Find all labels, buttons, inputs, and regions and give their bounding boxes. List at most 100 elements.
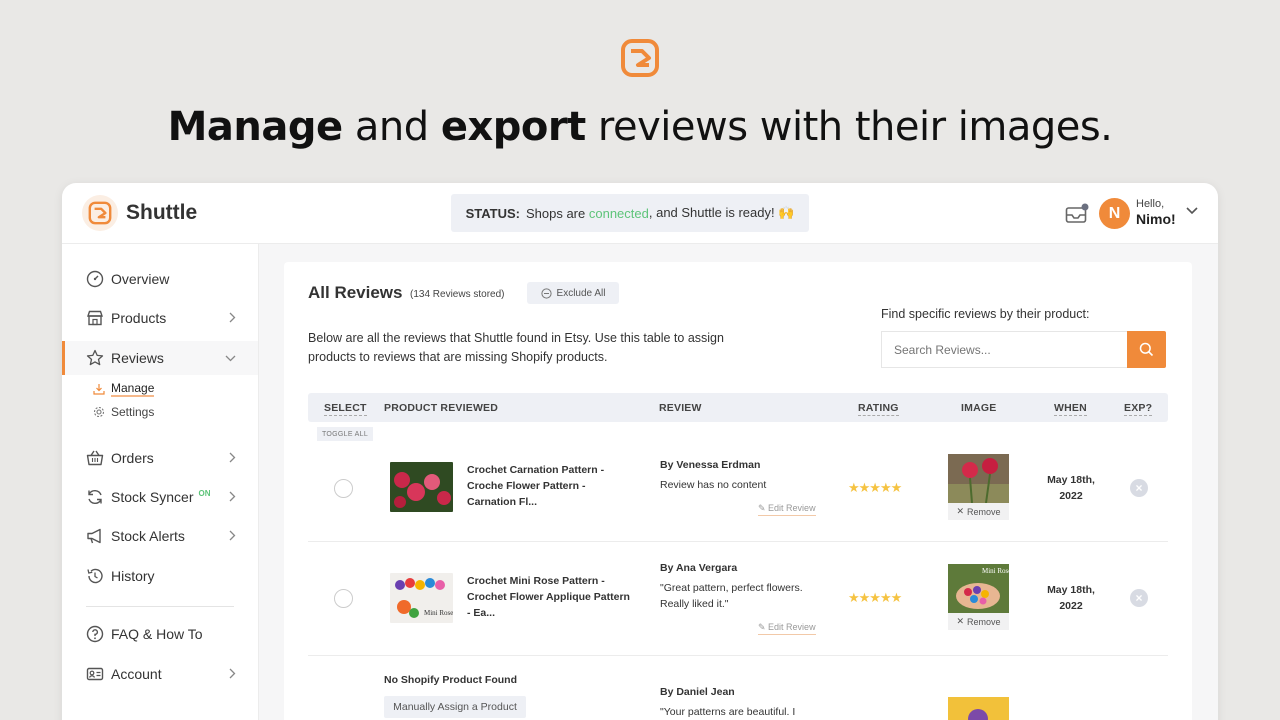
shuttle-logo-icon (621, 39, 659, 77)
sidebar-item-account[interactable]: Account (86, 662, 236, 686)
column-header-exp: EXP? (1124, 402, 1153, 416)
remove-label: Remove (967, 616, 1001, 627)
sidebar-subitem-label: Settings (111, 405, 155, 419)
sidebar-subitem-manage[interactable]: Manage (93, 381, 155, 397)
nav-active-indicator (62, 341, 65, 375)
main-content: All Reviews (134 Reviews stored) Exclude… (259, 244, 1218, 720)
sidebar-item-label: Account (111, 666, 162, 682)
rating-stars: ★★★★★ (848, 590, 902, 605)
headline-text: and (342, 104, 441, 150)
chevron-right-icon (229, 668, 236, 679)
column-header-review: REVIEW (659, 402, 702, 414)
search-input[interactable] (881, 331, 1127, 368)
review-date: May 18th, 2022 (1047, 584, 1095, 612)
sidebar-item-history[interactable]: History (86, 564, 236, 588)
sidebar-item-orders[interactable]: Orders (86, 446, 236, 470)
status-label: STATUS: (465, 205, 520, 221)
status-badge: ON (198, 488, 211, 498)
chevron-right-icon (229, 312, 236, 323)
review-author: By Daniel Jean (660, 686, 735, 698)
sidebar-item-label: Orders (111, 450, 154, 466)
chevron-right-icon (229, 452, 236, 463)
sidebar-item-label: Products (111, 310, 167, 326)
sidebar-item-label: Stock Syncer (111, 489, 194, 505)
question-icon (86, 625, 104, 643)
rating-stars: ★★★★★ (848, 480, 902, 495)
remove-image-button[interactable]: ✕ Remove (948, 613, 1009, 630)
download-icon (93, 384, 105, 395)
sidebar-divider (86, 606, 234, 607)
remove-image-button[interactable]: ✕ Remove (948, 503, 1009, 520)
gear-icon (93, 406, 105, 418)
hello-text: Hello, (1136, 198, 1165, 210)
chevron-down-icon[interactable] (1186, 207, 1198, 215)
sidebar-item-stock-syncer[interactable]: Stock Syncer ON (86, 485, 236, 509)
svg-text:Mini Rose: Mini Rose (424, 609, 453, 617)
reviews-count: (134 Reviews stored) (410, 289, 505, 300)
column-header-select: SELECT (324, 402, 367, 416)
select-radio[interactable] (334, 479, 353, 498)
history-icon (87, 568, 103, 584)
basket-icon (86, 450, 104, 466)
user-greeting[interactable]: Hello, Nimo! (1136, 198, 1176, 226)
column-header-rating[interactable]: RATING (858, 402, 899, 416)
product-thumbnail (390, 462, 453, 512)
exclude-all-label: Exclude All (556, 287, 606, 299)
product-name[interactable]: Crochet Mini Rose Pattern - Crochet Flow… (467, 573, 632, 621)
reviews-card: All Reviews (134 Reviews stored) Exclude… (284, 262, 1192, 720)
sidebar-item-label: Reviews (111, 350, 164, 366)
brand[interactable]: Shuttle (82, 195, 197, 231)
avatar[interactable]: N (1099, 198, 1130, 229)
edit-review-button[interactable]: ✎ Edit Review (758, 503, 816, 516)
sidebar-item-label: FAQ & How To (111, 626, 203, 642)
sidebar: Overview Products Reviews Manage Setting… (62, 244, 259, 720)
headline-bold-manage: Manage (167, 104, 344, 150)
review-image (948, 454, 1009, 503)
exclude-toggle-icon[interactable]: × (1130, 479, 1148, 497)
sidebar-subitem-settings[interactable]: Settings (93, 405, 154, 419)
app-window: Shuttle STATUS: Shops are connected, and… (62, 183, 1218, 720)
search-icon (1139, 342, 1154, 357)
sync-icon (88, 489, 102, 505)
close-icon: ✕ (956, 506, 965, 516)
product-thumbnail: Mini Rose (390, 573, 453, 623)
edit-review-button[interactable]: ✎ Edit Review (758, 622, 816, 635)
exclude-toggle-icon[interactable]: × (1130, 589, 1148, 607)
store-icon (87, 310, 103, 326)
sidebar-subitem-label: Manage (111, 381, 155, 397)
search-button[interactable] (1127, 331, 1166, 368)
sidebar-item-overview[interactable]: Overview (86, 267, 236, 291)
brand-name: Shuttle (126, 201, 198, 224)
column-header-image: IMAGE (961, 402, 997, 414)
review-author: By Venessa Erdman (660, 459, 761, 471)
top-bar: Shuttle STATUS: Shops are connected, and… (62, 183, 1218, 244)
edit-review-label: Edit Review (768, 622, 816, 632)
row-divider (308, 541, 1168, 542)
hero-headline: Manage and export reviews with their ima… (0, 104, 1280, 150)
headline-bold-export: export (440, 104, 586, 150)
review-date: May 18th, 2022 (1047, 474, 1095, 502)
exclude-all-button[interactable]: Exclude All (527, 282, 619, 304)
select-radio[interactable] (334, 589, 353, 608)
status-banner: STATUS: Shops are connected, and Shuttle… (451, 194, 809, 232)
page-description: Below are all the reviews that Shuttle f… (308, 331, 724, 364)
gauge-icon (86, 270, 104, 288)
chevron-down-icon (225, 355, 236, 362)
column-header-when[interactable]: WHEN (1054, 402, 1087, 416)
assign-product-button[interactable]: Manually Assign a Product (384, 696, 526, 718)
chevron-right-icon (229, 530, 236, 541)
sidebar-item-stock-alerts[interactable]: Stock Alerts (86, 524, 236, 548)
sidebar-item-label: Stock Alerts (111, 528, 185, 544)
review-image: Mini Rose (948, 564, 1009, 613)
status-connected: connected (588, 205, 649, 221)
review-text: Review has no content (660, 479, 767, 491)
sidebar-item-products[interactable]: Products (86, 306, 236, 330)
table-header: SELECT PRODUCT REVIEWED REVIEW RATING IM… (308, 393, 1168, 422)
toggle-all-button[interactable]: TOGGLE ALL (317, 427, 373, 441)
sidebar-item-label: History (111, 568, 155, 584)
product-name[interactable]: Crochet Carnation Pattern - Croche Flowe… (467, 462, 632, 510)
sidebar-item-reviews[interactable]: Reviews (86, 346, 236, 370)
user-name: Nimo! (1136, 211, 1176, 227)
inbox-icon[interactable] (1065, 203, 1089, 225)
sidebar-item-faq[interactable]: FAQ & How To (86, 622, 236, 646)
